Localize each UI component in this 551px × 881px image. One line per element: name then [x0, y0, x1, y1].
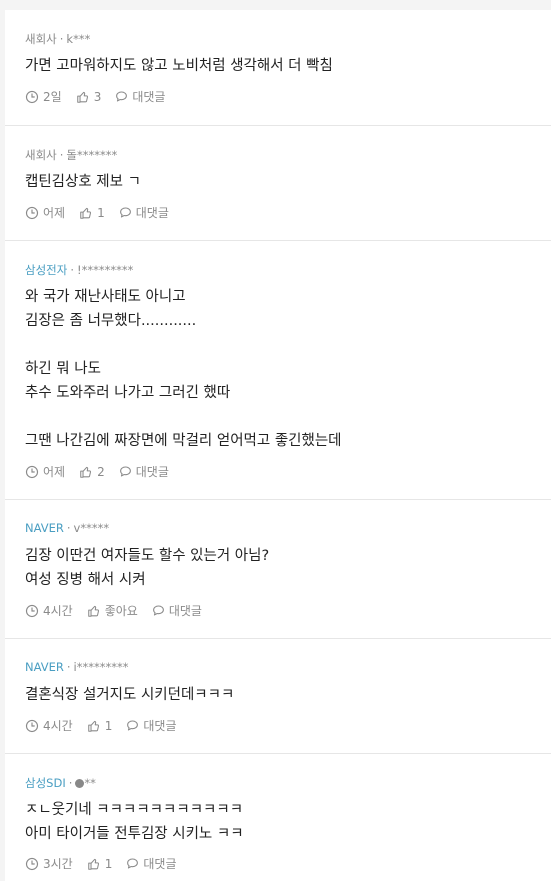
company-name[interactable]: NAVER — [25, 660, 64, 674]
comment-actions: 어제 2 대댓글 — [25, 463, 183, 480]
like-count: 2 — [97, 464, 105, 479]
like-count: 1 — [104, 718, 113, 733]
clock-icon — [25, 465, 39, 478]
comment-actions: 4시간 좋아요 대댓글 — [25, 602, 216, 619]
time-label: 어제 — [43, 206, 66, 220]
time-label: 2일 — [43, 90, 62, 104]
comment-meta: 삼성전자 · !********* — [25, 262, 133, 278]
speech-bubble-icon — [119, 466, 131, 477]
time-stamp: 어제 — [25, 204, 65, 221]
speech-bubble-icon — [127, 858, 139, 869]
speech-bubble-icon — [119, 207, 131, 218]
user-name: 돌******* — [66, 148, 118, 162]
meta-separator: · — [66, 521, 71, 535]
company-name[interactable]: NAVER — [25, 521, 64, 535]
reply-label: 대댓글 — [132, 90, 166, 104]
like-count: 좋아요 — [104, 604, 138, 618]
comment-meta: 삼성SDI · ** — [25, 775, 96, 791]
time-stamp: 2일 — [25, 88, 62, 105]
reply-label: 대댓글 — [168, 604, 202, 618]
comment-actions: 3시간 1 대댓글 — [25, 855, 190, 872]
like-button[interactable]: 1 — [87, 856, 113, 871]
time-stamp: 4시간 — [25, 717, 73, 734]
reply-button[interactable]: 대댓글 — [115, 88, 165, 105]
like-count: 1 — [104, 856, 113, 871]
meta-separator: · — [68, 776, 73, 790]
clock-icon — [25, 206, 39, 219]
reply-label: 대댓글 — [135, 465, 169, 479]
speech-bubble-icon — [116, 91, 128, 102]
reply-button[interactable]: 대댓글 — [126, 717, 176, 734]
comment-card: 새회사 · 돌******* 캡틴김상호 제보 ㄱ 어제 1 대댓글 — [5, 126, 551, 241]
speech-bubble-icon — [127, 720, 139, 731]
user-name: ** — [84, 776, 96, 790]
speech-bubble-icon — [152, 605, 164, 616]
comment-feed: 새회사 · k*** 가면 고마워하지도 않고 노비처럼 생각해서 더 빡침 2일 … — [0, 0, 551, 881]
thumbs-up-icon — [87, 720, 99, 732]
reply-label: 대댓글 — [143, 857, 177, 871]
user-name: v***** — [73, 521, 110, 535]
comment-meta: 새회사 · 돌******* — [25, 147, 117, 163]
user-name: i********* — [73, 660, 129, 674]
reply-label: 대댓글 — [135, 206, 169, 220]
comment-card: NAVER · v***** 김장 이딴건 여자들도 할수 있는거 아님? 여성 징… — [5, 500, 551, 639]
comment-actions: 어제 1 대댓글 — [25, 204, 183, 221]
thumbs-up-icon — [80, 207, 92, 219]
thumbs-up-icon — [87, 858, 99, 870]
time-label: 어제 — [43, 465, 66, 479]
comment-actions: 4시간 1 대댓글 — [25, 717, 190, 734]
reply-button[interactable]: 대댓글 — [152, 602, 202, 619]
user-name: k*** — [66, 32, 91, 46]
time-stamp: 4시간 — [25, 602, 73, 619]
meta-separator: · — [66, 660, 71, 674]
comment-meta: 새회사 · k*** — [25, 31, 90, 47]
comment-body: 가면 고마워하지도 않고 노비처럼 생각해서 더 빡침 — [25, 58, 333, 74]
comment-card: 새회사 · k*** 가면 고마워하지도 않고 노비처럼 생각해서 더 빡침 2일 … — [5, 10, 551, 126]
clock-icon — [25, 719, 39, 732]
like-count: 3 — [93, 89, 102, 104]
time-label: 3시간 — [43, 857, 73, 871]
reply-label: 대댓글 — [143, 719, 177, 733]
like-button[interactable]: 1 — [87, 718, 113, 733]
comment-body: 결혼식장 설거지도 시키던데ㅋㅋㅋ — [25, 687, 235, 703]
thumbs-up-icon — [87, 605, 99, 617]
like-button[interactable]: 3 — [76, 89, 102, 104]
thumbs-up-icon — [80, 466, 92, 478]
reply-button[interactable]: 대댓글 — [126, 855, 176, 872]
company-name[interactable]: 새회사 — [25, 148, 57, 162]
like-button[interactable]: 1 — [79, 206, 105, 220]
comment-body: 캡틴김상호 제보 ㄱ — [25, 174, 141, 190]
meta-separator: · — [59, 32, 64, 46]
comment-card: NAVER · i********* 결혼식장 설거지도 시키던데ㅋㅋㅋ 4시간 1… — [5, 639, 551, 754]
time-label: 4시간 — [43, 719, 73, 733]
clock-icon — [25, 604, 39, 617]
clock-icon — [25, 90, 39, 103]
company-name[interactable]: 삼성SDI — [25, 776, 66, 790]
comment-body: ㅈㄴ웃기네 ㅋㅋㅋㅋㅋㅋㅋㅋㅋㅋㅋ 아미 타이거들 전투김장 시키노 ㅋㅋ — [25, 802, 244, 842]
company-name[interactable]: 삼성전자 — [25, 263, 67, 277]
thumbs-up-icon — [76, 91, 88, 103]
meta-separator: · — [59, 148, 64, 162]
comment-card: 삼성SDI · ** ㅈㄴ웃기네 ㅋㅋㅋㅋㅋㅋㅋㅋㅋㅋㅋ 아미 타이거들 전투김장 … — [5, 754, 551, 881]
like-count: 1 — [97, 205, 105, 220]
reply-button[interactable]: 대댓글 — [119, 463, 169, 480]
like-button[interactable]: 2 — [79, 465, 105, 479]
clock-icon — [25, 857, 39, 870]
time-label: 4시간 — [43, 604, 73, 618]
comment-card: 삼성전자 · !********* 와 국가 재난사태도 아니고 김장은 좀 너무했… — [5, 241, 551, 500]
user-name: !********* — [76, 263, 134, 277]
company-name[interactable]: 새회사 — [25, 32, 57, 46]
comment-meta: NAVER · i********* — [25, 660, 128, 674]
comment-body: 김장 이딴건 여자들도 할수 있는거 아님? 여성 징병 해서 시켜 — [25, 548, 270, 588]
comment-meta: NAVER · v***** — [25, 521, 109, 535]
time-stamp: 어제 — [25, 463, 65, 480]
like-button[interactable]: 좋아요 — [87, 602, 138, 619]
reply-button[interactable]: 대댓글 — [119, 204, 169, 221]
comment-body: 와 국가 재난사태도 아니고 김장은 좀 너무했다............ 하긴… — [25, 289, 342, 449]
comment-actions: 2일 3 대댓글 — [25, 88, 179, 105]
meta-separator: · — [70, 263, 74, 277]
time-stamp: 3시간 — [25, 855, 73, 872]
